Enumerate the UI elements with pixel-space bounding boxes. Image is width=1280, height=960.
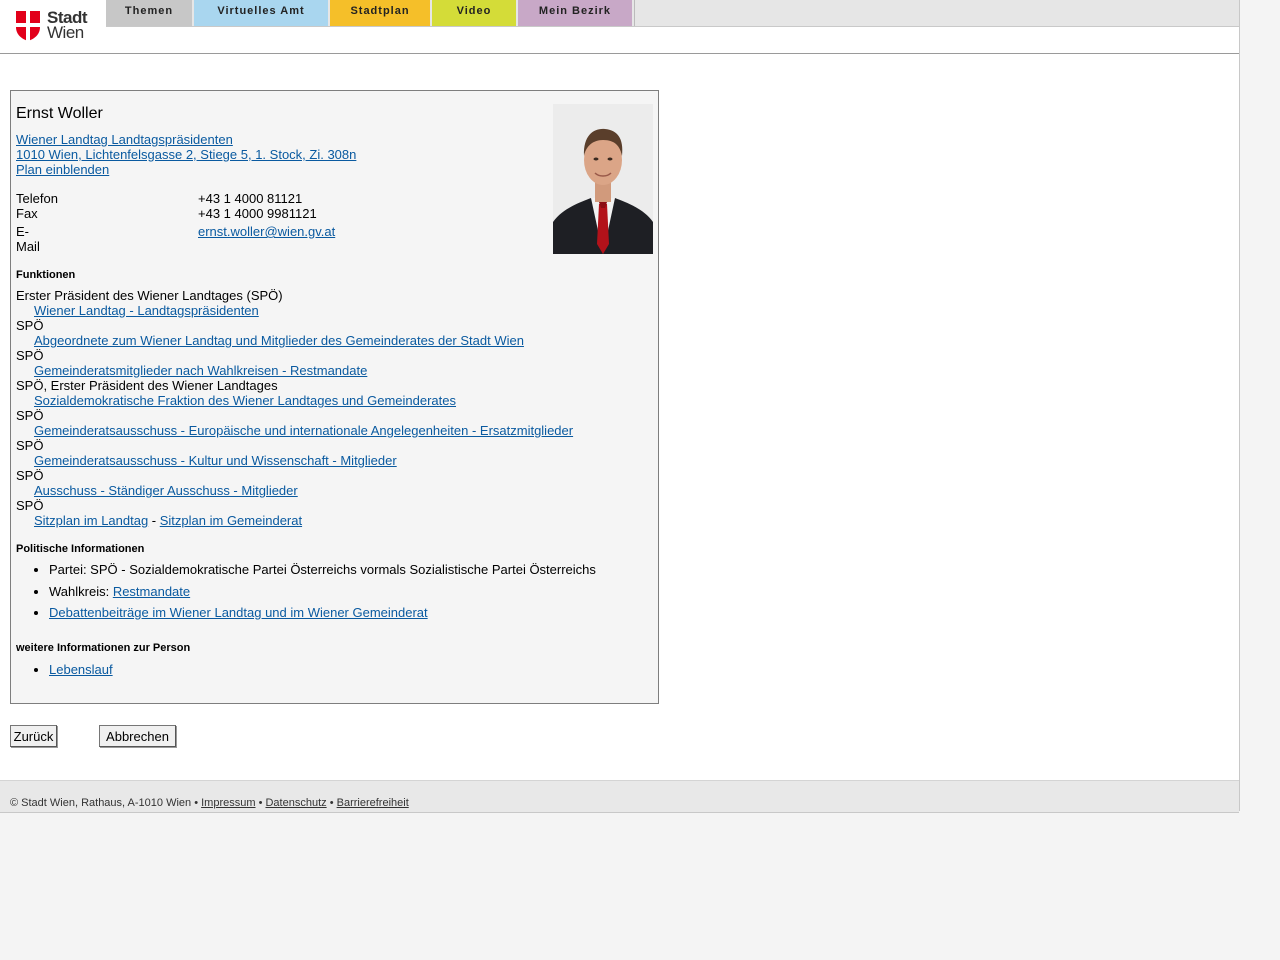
function-title: SPÖ [16, 498, 44, 513]
nav-tab-themen[interactable]: Themen [106, 0, 192, 26]
person-card: Ernst Woller Wiener Landtag Landtagspräs… [10, 90, 659, 704]
wahlkreis-label: Wahlkreis: [49, 583, 113, 599]
nav-tab-mein-bezirk[interactable]: Mein Bezirk [518, 0, 632, 26]
address-link[interactable]: 1010 Wien, Lichtenfelsgasse 2, Stiege 5,… [16, 147, 356, 162]
party-item: Partei: SPÖ - Sozialdemokratische Partei… [49, 562, 596, 577]
function-title: SPÖ [16, 438, 44, 453]
functions-heading: Funktionen [16, 269, 76, 281]
sitzplan-row: Sitzplan im Landtag - Sitzplan im Gemein… [16, 513, 573, 528]
cancel-button[interactable]: Abbrechen [99, 725, 176, 747]
show-plan-link[interactable]: Plan einblenden [16, 162, 109, 177]
nav-divider [634, 0, 635, 26]
more-info-list: Lebenslauf [16, 662, 113, 677]
functions-list: Erster Präsident des Wiener Landtages (S… [16, 288, 573, 528]
stadt-wien-logo[interactable]: Stadt Wien [16, 9, 96, 42]
lebenslauf-item: Lebenslauf [49, 662, 113, 677]
wien-shield-icon [16, 11, 40, 41]
portrait-image [553, 104, 653, 254]
function-title: SPÖ, Erster Präsident des Wiener Landtag… [16, 378, 278, 393]
page: Stadt Wien Themen Virtuelles Amt Stadtpl… [0, 0, 1240, 813]
function-link[interactable]: Gemeinderatsausschuss - Kultur und Wisse… [34, 453, 397, 468]
barrierefreiheit-link[interactable]: Barrierefreiheit [337, 797, 409, 809]
nav-tab-video[interactable]: Video [432, 0, 516, 26]
back-button[interactable]: Zurück [10, 725, 57, 747]
function-link[interactable]: Gemeinderatsmitglieder nach Wahlkreisen … [34, 363, 367, 378]
nav-tab-virtuelles-amt[interactable]: Virtuelles Amt [194, 0, 328, 26]
sitzplan-landtag-link[interactable]: Sitzplan im Landtag [34, 513, 148, 528]
header: Stadt Wien Themen Virtuelles Amt Stadtpl… [0, 0, 1239, 54]
more-info-heading: weitere Informationen zur Person [16, 642, 191, 654]
wahlkreis-link[interactable]: Restmandate [113, 584, 190, 599]
person-name: Ernst Woller [16, 105, 103, 122]
phone-label: Telefon [16, 191, 58, 206]
footer: © Stadt Wien, Rathaus, A-1010 Wien • Imp… [0, 780, 1239, 813]
email-link[interactable]: ernst.woller@wien.gv.at [198, 224, 335, 239]
nav-tab-stadtplan[interactable]: Stadtplan [330, 0, 430, 26]
function-link[interactable]: Wiener Landtag - Landtagspräsidenten [34, 303, 259, 318]
sitzplan-separator: - [148, 513, 160, 528]
function-title: SPÖ [16, 468, 44, 483]
footer-copyright: © Stadt Wien, Rathaus, A-1010 Wien • [10, 797, 202, 809]
person-photo [553, 104, 653, 254]
main-nav: Themen Virtuelles Amt Stadtplan Video Me… [106, 0, 1239, 27]
debates-item: Debattenbeiträge im Wiener Landtag und i… [49, 605, 596, 620]
function-title: Erster Präsident des Wiener Landtages (S… [16, 288, 283, 303]
logo-text-wien: Wien [47, 23, 84, 42]
address-block: Wiener Landtag Landtagspräsidenten 1010 … [16, 132, 356, 177]
function-title: SPÖ [16, 408, 44, 423]
function-link[interactable]: Sozialdemokratische Fraktion des Wiener … [34, 393, 456, 408]
footer-separator: • [255, 797, 266, 809]
debates-link[interactable]: Debattenbeiträge im Wiener Landtag und i… [49, 605, 428, 620]
footer-separator: • [326, 797, 337, 809]
footer-text: © Stadt Wien, Rathaus, A-1010 Wien • Imp… [10, 797, 409, 809]
email-label: E-Mail [16, 224, 40, 254]
lebenslauf-link[interactable]: Lebenslauf [49, 662, 113, 677]
political-list: Partei: SPÖ - Sozialdemokratische Partei… [16, 562, 596, 627]
function-title: SPÖ [16, 318, 44, 333]
fax-value: +43 1 4000 9981121 [198, 206, 317, 221]
function-title: SPÖ [16, 348, 44, 363]
impressum-link[interactable]: Impressum [201, 797, 255, 809]
function-link[interactable]: Ausschuss - Ständiger Ausschuss - Mitgli… [34, 483, 298, 498]
org-link[interactable]: Wiener Landtag Landtagspräsidenten [16, 132, 233, 147]
sitzplan-gemeinderat-link[interactable]: Sitzplan im Gemeinderat [160, 513, 302, 528]
function-link[interactable]: Gemeinderatsausschuss - Europäische und … [34, 423, 573, 438]
datenschutz-link[interactable]: Datenschutz [265, 797, 326, 809]
wahlkreis-item: Wahlkreis: Restmandate [49, 584, 596, 599]
function-link[interactable]: Abgeordnete zum Wiener Landtag und Mitgl… [34, 333, 524, 348]
fax-label: Fax [16, 206, 38, 221]
political-heading: Politische Informationen [16, 543, 145, 555]
phone-value: +43 1 4000 81121 [198, 191, 303, 206]
